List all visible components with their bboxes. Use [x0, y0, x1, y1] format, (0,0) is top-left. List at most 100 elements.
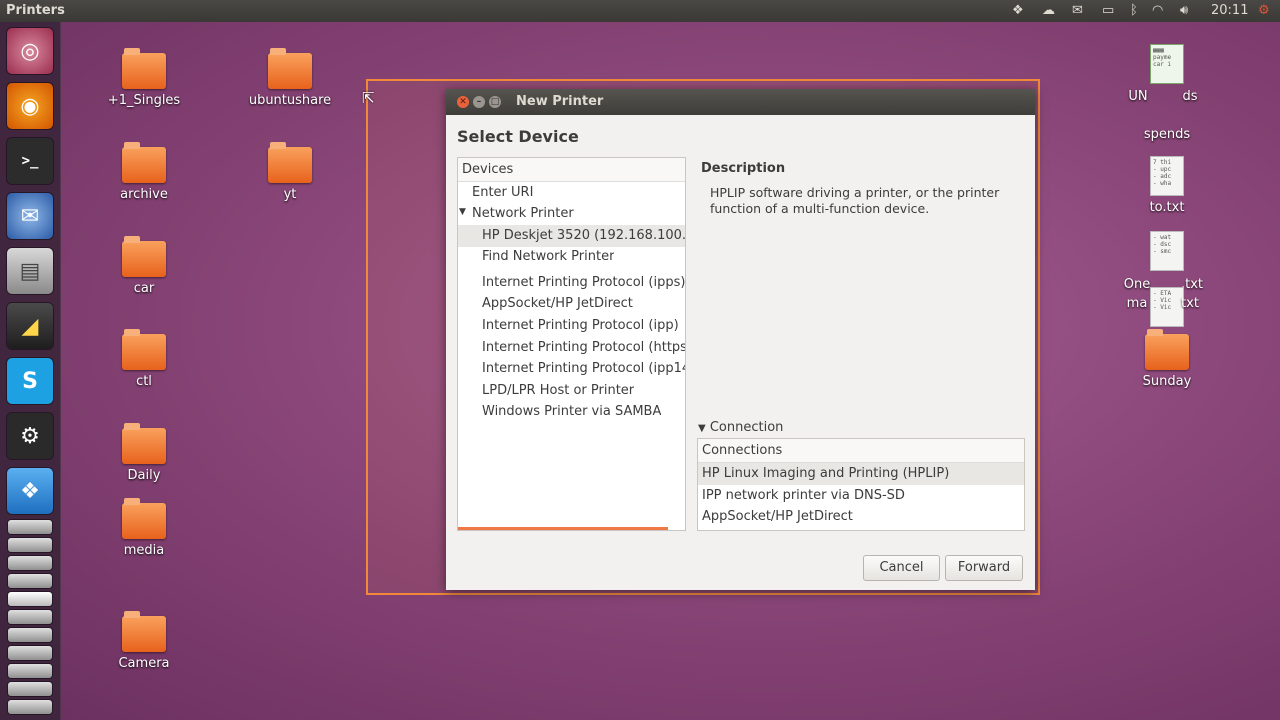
minimize-icon[interactable]: –	[473, 96, 485, 108]
file-manager-icon[interactable]: ▤	[7, 248, 53, 294]
printer-stack-icon[interactable]	[8, 520, 52, 534]
desktop-icon-label: media	[123, 543, 165, 558]
printer-stack-icon[interactable]	[8, 646, 52, 660]
firefox-icon[interactable]: ◉	[7, 83, 53, 129]
steam-icon[interactable]: ⚙	[7, 413, 53, 459]
screenshot-icon[interactable]: ◢	[7, 303, 53, 349]
printer-stack-icon[interactable]	[8, 592, 52, 606]
connection-expander[interactable]: ▼ Connection	[698, 420, 783, 435]
desktop-icon-label: ma	[1126, 296, 1148, 311]
desktop-icon-label: UN	[1128, 89, 1148, 104]
folder-icon	[122, 142, 166, 183]
device-item-samba[interactable]: Windows Printer via SAMBA	[482, 404, 661, 419]
description-label: Description	[701, 161, 786, 176]
cloud-indicator-icon[interactable]: ☁	[1042, 3, 1055, 18]
folder-icon	[268, 48, 312, 89]
desktop-folder[interactable]: Camera	[89, 611, 199, 671]
desktop-folder[interactable]: Daily	[89, 423, 199, 483]
folder-icon	[268, 142, 312, 183]
top-panel: Printers ❖ ☁ ✉ ▭ ᛒ ◠ 🔊︎ 20:11 ⚙	[0, 0, 1280, 22]
device-item-ipp14[interactable]: Internet Printing Protocol (ipp14	[482, 361, 685, 376]
desktop-folder[interactable]: yt	[235, 142, 345, 202]
dialog-title: New Printer	[516, 94, 604, 109]
desktop-file[interactable]: - wat - dsc - smc	[1112, 231, 1222, 281]
printer-stack-icon[interactable]	[8, 538, 52, 552]
ubuntu-dash-icon[interactable]: ◎	[7, 28, 53, 74]
desktop-folder[interactable]: media	[89, 498, 199, 558]
device-item-find-network-printer[interactable]: Find Network Printer	[482, 249, 614, 264]
connection-label: Connection	[709, 420, 784, 435]
clock[interactable]: 20:11	[1211, 3, 1248, 18]
maximize-icon[interactable]: □	[489, 96, 501, 108]
terminal-icon[interactable]: >_	[7, 138, 53, 184]
desktop-icon-label: to.txt	[1149, 200, 1185, 215]
connections-list[interactable]: Connections HP Linux Imaging and Printin…	[697, 438, 1025, 531]
dropbox-icon[interactable]: ❖	[7, 468, 53, 514]
folder-icon	[122, 498, 166, 539]
forward-button[interactable]: Forward	[945, 555, 1023, 581]
device-item-enter-uri[interactable]: Enter URI	[472, 185, 533, 200]
desktop-folder[interactable]: +1_Singles	[89, 48, 199, 108]
folder-icon	[122, 329, 166, 370]
desktop-icon-label: spends	[1143, 127, 1191, 142]
devices-list[interactable]: Devices Enter URI ▼ Network Printer HP D…	[457, 157, 686, 531]
desktop-icon-label: ds	[1182, 89, 1198, 104]
printer-stack-icon[interactable]	[8, 664, 52, 678]
desktop-folder[interactable]: ctl	[89, 329, 199, 389]
desktop-icon-label: Daily	[127, 468, 161, 483]
cancel-button[interactable]: Cancel	[863, 555, 940, 581]
description-text: HPLIP software driving a printer, or the…	[710, 185, 1000, 216]
desktop-label: UN	[1112, 89, 1164, 104]
desktop-icon-label: archive	[120, 187, 168, 202]
app-title: Printers	[6, 3, 65, 18]
printer-stack-icon[interactable]	[8, 682, 52, 696]
desktop-icon-label: Sunday	[1142, 374, 1192, 389]
device-item-lpd[interactable]: LPD/LPR Host or Printer	[482, 383, 634, 398]
desktop-icon-label: Camera	[118, 656, 170, 671]
skype-icon[interactable]: S	[7, 358, 53, 404]
connections-column-header[interactable]: Connections	[698, 439, 1024, 463]
printer-stack-icon[interactable]	[8, 556, 52, 570]
desktop-file[interactable]: ▦▦▦ payme car i	[1112, 44, 1222, 124]
thunderbird-icon[interactable]: ✉	[7, 193, 53, 239]
device-item-ipps[interactable]: Internet Printing Protocol (ipps)	[482, 275, 685, 290]
printer-stack-icon[interactable]	[8, 610, 52, 624]
desktop-label[interactable]: spends	[1112, 127, 1222, 142]
mail-indicator-icon[interactable]: ✉	[1072, 3, 1083, 18]
dropbox-indicator-icon[interactable]: ❖	[1012, 3, 1024, 18]
folder-icon	[1145, 329, 1189, 370]
resize-cursor-icon: ⇱	[362, 89, 375, 107]
folder-icon	[122, 48, 166, 89]
connection-item-hplip[interactable]: HP Linux Imaging and Printing (HPLIP)	[702, 466, 949, 481]
connection-item-appsocket[interactable]: AppSocket/HP JetDirect	[702, 509, 853, 524]
device-item-hp-deskjet[interactable]: HP Deskjet 3520 (192.168.100.10	[482, 228, 685, 243]
bluetooth-indicator-icon[interactable]: ᛒ	[1130, 3, 1138, 18]
desktop-folder[interactable]: archive	[89, 142, 199, 202]
expander-down-icon[interactable]: ▼	[459, 207, 466, 217]
desktop-folder[interactable]: ubuntushare	[235, 48, 345, 108]
device-item-appsocket[interactable]: AppSocket/HP JetDirect	[482, 296, 633, 311]
desktop-icon-label: +1_Singles	[107, 93, 181, 108]
device-item-network-printer[interactable]: Network Printer	[472, 206, 574, 221]
wifi-indicator-icon[interactable]: ◠	[1152, 3, 1163, 18]
battery-indicator-icon[interactable]: ▭	[1102, 3, 1114, 18]
connection-item-ipp-dnssd[interactable]: IPP network printer via DNS-SD	[702, 488, 905, 503]
desktop-folder[interactable]: car	[89, 236, 199, 296]
desktop-folder[interactable]: Sunday	[1112, 329, 1222, 389]
text-file-icon: - wat - dsc - smc	[1150, 231, 1184, 271]
system-gear-icon[interactable]: ⚙	[1258, 3, 1270, 18]
device-item-ipp[interactable]: Internet Printing Protocol (ipp)	[482, 318, 679, 333]
printer-stack-icon[interactable]	[8, 700, 52, 714]
horizontal-scrollbar[interactable]	[458, 527, 668, 530]
desktop-icon-label: ubuntushare	[248, 93, 332, 108]
dialog-titlebar[interactable]: ✕ – □ New Printer	[446, 89, 1035, 115]
printer-stack-icon[interactable]	[8, 628, 52, 642]
desktop-file[interactable]: 7 thi - upc - adc - wha to.txt	[1112, 156, 1222, 215]
close-icon[interactable]: ✕	[457, 96, 469, 108]
volume-indicator-icon[interactable]: 🔊︎	[1180, 3, 1188, 18]
printer-stack-icon[interactable]	[8, 574, 52, 588]
desktop-label: txt	[1170, 296, 1210, 311]
device-item-https[interactable]: Internet Printing Protocol (https	[482, 340, 685, 355]
page-title: Select Device	[457, 127, 579, 146]
devices-column-header[interactable]: Devices	[458, 158, 685, 182]
